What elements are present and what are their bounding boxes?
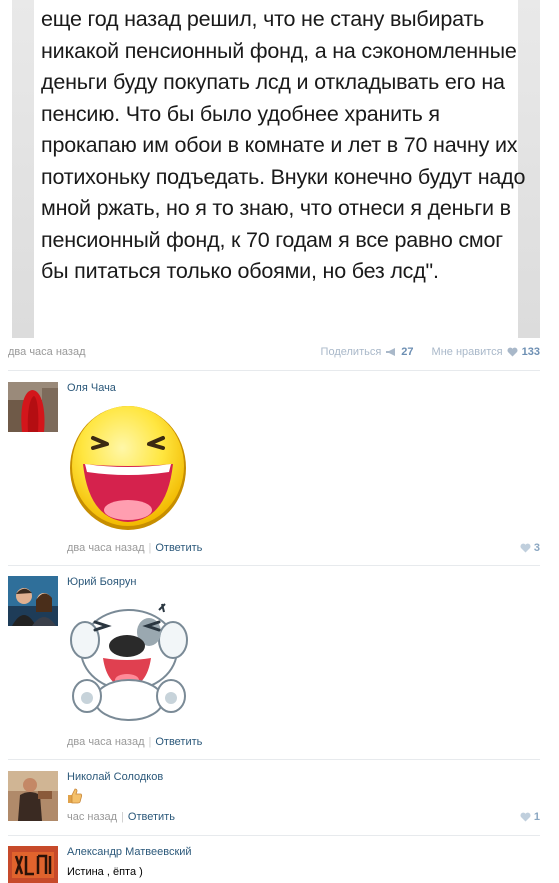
comment-text: Истина , ёпта ) <box>67 866 143 878</box>
comment-footer: два часа назад | Ответить <box>67 736 203 748</box>
post-image[interactable]: еще год назад решил, что не стану выбира… <box>12 0 540 338</box>
laughing-dog-sticker <box>67 596 191 724</box>
comment-like[interactable]: 3 <box>520 542 540 554</box>
post-meta: два часа назад Поделиться 27 Мне нравитс… <box>8 346 540 362</box>
comment-author[interactable]: Александр Матвеевский <box>67 846 192 858</box>
comment: Оля Чача два часа назад | Ответить 3 <box>8 382 540 554</box>
like-button[interactable]: Мне нравится <box>432 346 503 358</box>
laughing-smiley-sticker <box>67 402 189 534</box>
comment-author[interactable]: Оля Чача <box>67 382 116 394</box>
comment-like-count: 1 <box>533 811 540 823</box>
share-button[interactable]: Поделиться <box>321 346 382 358</box>
reply-button[interactable]: Ответить <box>155 542 202 554</box>
comment-time[interactable]: час назад <box>67 811 117 823</box>
comment: Юрий Боярун два часа назад | Ответить <box>8 576 540 748</box>
avatar[interactable] <box>8 382 58 432</box>
avatar[interactable] <box>8 576 58 626</box>
divider <box>8 835 540 836</box>
heart-icon <box>507 347 518 357</box>
thumbs-up-icon <box>67 788 83 804</box>
comment-like-count: 3 <box>533 542 540 554</box>
divider <box>8 565 540 566</box>
post-time[interactable]: два часа назад <box>8 346 85 358</box>
comment-author[interactable]: Николай Солодков <box>67 771 163 783</box>
reply-button[interactable]: Ответить <box>155 736 202 748</box>
comment-footer: час назад | Ответить <box>67 811 175 823</box>
divider <box>8 759 540 760</box>
avatar[interactable] <box>8 846 58 883</box>
heart-icon <box>520 543 531 553</box>
comment-time[interactable]: два часа назад <box>67 542 144 554</box>
comment-time[interactable]: два часа назад <box>67 736 144 748</box>
reply-button[interactable]: Ответить <box>128 811 175 823</box>
comment: Александр Матвеевский Истина , ёпта ) <box>8 846 540 883</box>
share-count: 27 <box>401 346 414 358</box>
comment: Николай Солодков час назад | Ответить 1 <box>8 771 540 831</box>
divider <box>8 370 540 371</box>
comment-author[interactable]: Юрий Боярун <box>67 576 136 588</box>
comment-like[interactable]: 1 <box>520 811 540 823</box>
comment-footer: два часа назад | Ответить <box>67 542 203 554</box>
heart-icon <box>520 812 531 822</box>
megaphone-icon <box>386 348 396 356</box>
like-count: 133 <box>521 346 540 358</box>
avatar[interactable] <box>8 771 58 821</box>
post-image-text: еще год назад решил, что не стану выбира… <box>41 7 526 283</box>
